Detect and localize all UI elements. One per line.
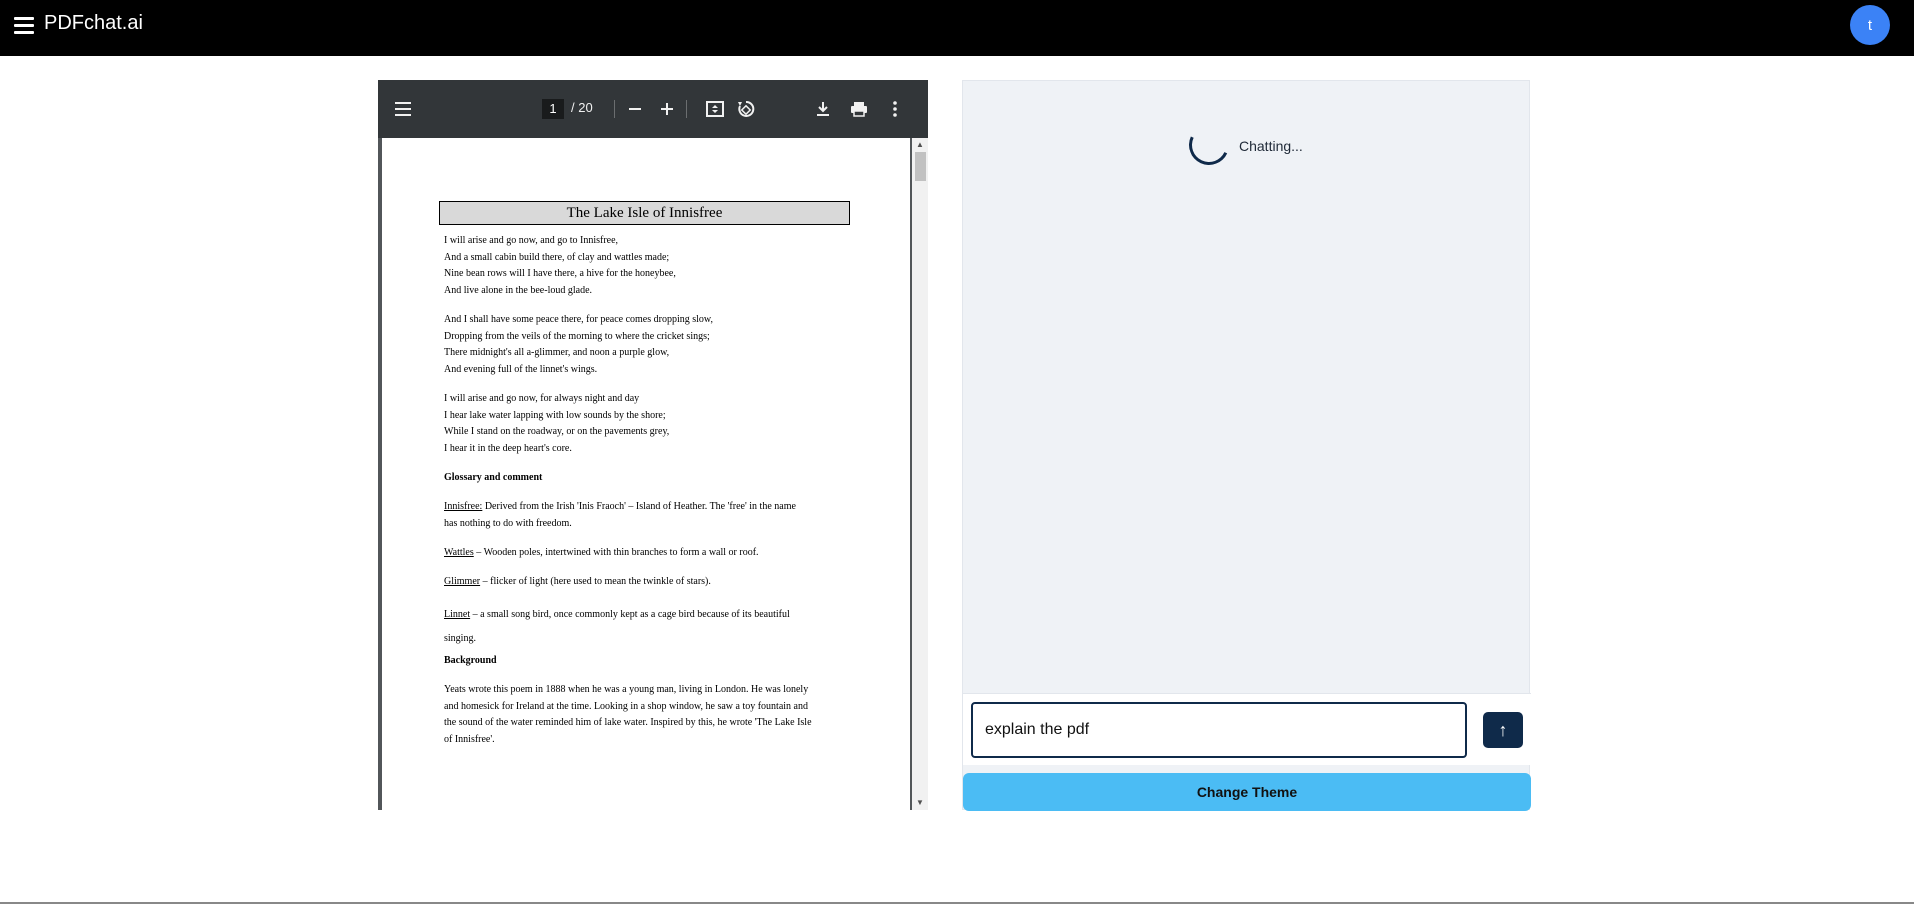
poem-line: Nine bean rows will I have there, a hive… [444,268,676,279]
pdf-viewer: 1 / 20 The Lake Isle of Innisfree I will… [378,80,928,810]
doc-title: The Lake Isle of Innisfree [439,201,850,225]
zoom-out-icon[interactable] [621,95,649,123]
glossary-entry: Linnet – a small song bird, once commonl… [444,609,790,620]
pdf-toolbar: 1 / 20 [378,80,928,138]
poem-line: I hear it in the deep heart's core. [444,443,572,454]
glossary-definition: Derived from the Irish 'Inis Fraoch' – I… [482,501,796,512]
poem-line: And I shall have some peace there, for p… [444,314,713,325]
poem-line: And a small cabin build there, of clay a… [444,252,670,263]
poem-line: While I stand on the roadway, or on the … [444,426,670,437]
change-theme-button[interactable]: Change Theme [963,773,1531,811]
user-avatar[interactable]: t [1850,5,1890,45]
background-heading: Background [444,655,497,666]
glossary-term: Glimmer [444,576,481,587]
glossary-heading: Glossary and comment [444,472,543,483]
poem-line: I will arise and go now, and go to Innis… [444,235,619,246]
chat-messages: Chatting... [963,81,1531,693]
chat-message-input[interactable]: explain the pdf [971,702,1467,758]
background-line: Yeats wrote this poem in 1888 when he wa… [444,684,809,695]
scroll-up-icon[interactable]: ▲ [914,140,926,150]
glossary-definition: – a small song bird, once commonly kept … [470,609,790,620]
more-options-icon[interactable] [881,95,909,123]
hamburger-menu-icon[interactable] [12,14,36,38]
app-brand[interactable]: PDFchat.ai [44,12,143,35]
background-line: the sound of the water reminded him of l… [444,717,812,728]
zoom-in-icon[interactable] [653,95,681,123]
glossary-term: Innisfree: [444,501,483,512]
glossary-entry: Innisfree: Derived from the Irish 'Inis … [444,501,796,512]
chat-status: Chatting... [1239,138,1303,154]
glossary-entry: Glimmer – flicker of light (here used to… [444,576,711,587]
glossary-entry: Wattles – Wooden poles, intertwined with… [444,547,759,558]
pdf-scrollbar[interactable] [912,138,928,810]
poem-line: I will arise and go now, for always nigh… [444,393,640,404]
chat-input-row: explain the pdf ↑ [963,693,1531,765]
download-icon[interactable] [809,95,837,123]
poem-line: And live alone in the bee-loud glade. [444,285,593,296]
page-total: / 20 [571,100,593,115]
page-number-input[interactable]: 1 [542,99,564,119]
top-bar: PDFchat.ai t [0,0,1914,56]
pdf-page-area[interactable]: The Lake Isle of Innisfree I will arise … [378,138,928,810]
poem-line: There midnight's all a-glimmer, and noon… [444,347,670,358]
chat-panel: Chatting... explain the pdf ↑ Change The… [962,80,1531,811]
poem-line: And evening full of the linnet's wings. [444,364,598,375]
glossary-entry: singing. [444,633,476,644]
glossary-term: Linnet [444,609,471,620]
glossary-term: Wattles [444,547,474,558]
glossary-definition: – flicker of light (here used to mean th… [480,576,711,587]
background-line: and homesick for Ireland at the time. Lo… [444,701,808,712]
scrollbar-thumb[interactable] [915,152,926,181]
sidebar-menu-icon[interactable] [390,95,418,123]
toolbar-divider [686,100,687,118]
poem-line: Dropping from the veils of the morning t… [444,331,710,342]
poem-line: I hear lake water lapping with low sound… [444,410,666,421]
toolbar-divider [614,100,615,118]
send-button[interactable]: ↑ [1483,712,1523,748]
rotate-icon[interactable] [732,95,760,123]
glossary-entry: has nothing to do with freedom. [444,518,572,529]
fit-page-icon[interactable] [701,95,729,123]
scroll-down-icon[interactable]: ▼ [914,798,926,808]
print-icon[interactable] [845,95,873,123]
loading-spinner-icon [1183,119,1235,171]
background-line: of Innisfree'. [444,734,495,745]
pdf-page: The Lake Isle of Innisfree I will arise … [382,138,910,810]
glossary-definition: – Wooden poles, intertwined with thin br… [473,547,759,558]
